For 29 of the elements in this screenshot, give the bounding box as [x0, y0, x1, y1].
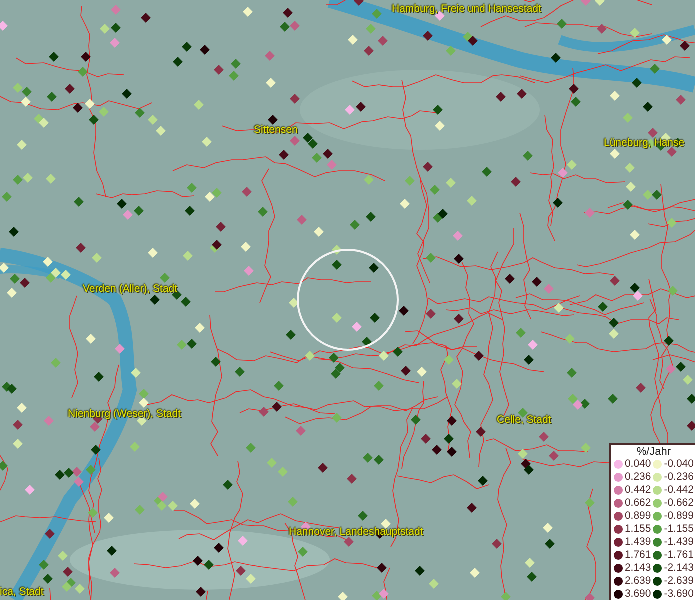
legend-value: -0.899	[664, 511, 694, 522]
legend-value: 3.690	[624, 589, 652, 600]
legend-value: 1.155	[624, 524, 652, 535]
legend-value: -0.236	[664, 472, 694, 483]
legend-value: -2.143	[664, 563, 694, 574]
legend-value: 0.442	[624, 485, 652, 496]
legend-value: -0.442	[664, 485, 694, 496]
legend-value: 1.439	[624, 537, 652, 548]
legend-value: 0.236	[624, 472, 652, 483]
legend-title: %/Jahr	[636, 446, 672, 459]
legend-value: 0.899	[624, 511, 652, 522]
city-label: Verden (Aller), Stadt	[83, 283, 178, 296]
city-label: Hamburg, Freie und Hansestadt	[392, 3, 542, 16]
legend-value: 2.639	[624, 576, 652, 587]
legend-value: -1.439	[664, 537, 694, 548]
legend-value: 1.761	[624, 550, 652, 561]
legend-value: 0.040	[624, 459, 652, 470]
map-drawing[interactable]	[0, 0, 695, 600]
legend-value: -0.662	[664, 498, 694, 509]
city-label: ica, Stadt	[0, 586, 44, 599]
city-label: Nienburg (Weser), Stadt	[68, 408, 182, 421]
city-label: Celle, Stadt	[497, 414, 552, 427]
legend-value: -2.639	[664, 576, 694, 587]
legend-value: 0.662	[624, 498, 652, 509]
legend-value: 2.143	[624, 563, 652, 574]
legend-value: -1.761	[664, 550, 694, 561]
legend-value: -0.040	[664, 459, 694, 470]
legend-value: -1.155	[664, 524, 694, 535]
legend-value: -3.690	[664, 589, 694, 600]
